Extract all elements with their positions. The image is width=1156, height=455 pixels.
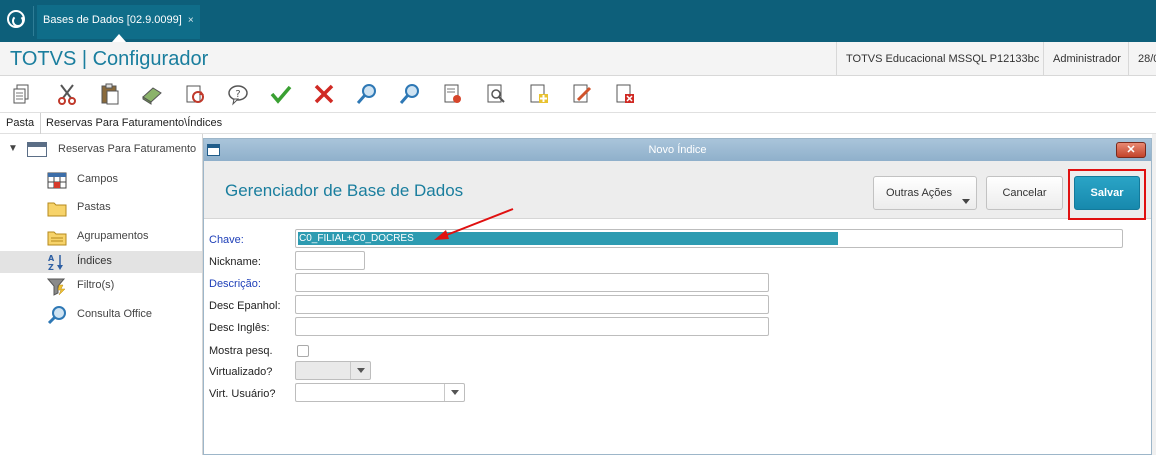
breadcrumb: Pasta Reservas Para Faturamento\Índices [0, 112, 1156, 135]
tree-item-label: Pastas [77, 201, 111, 213]
descricao-field[interactable] [295, 273, 769, 292]
desc-ingles-field[interactable] [295, 317, 769, 336]
folder-icon [46, 198, 68, 218]
scrollbar[interactable] [1152, 134, 1156, 455]
add-icon[interactable] [527, 82, 551, 106]
app-title: TOTVS | Configurador [10, 48, 209, 70]
user-label[interactable]: Administrador [1043, 42, 1130, 76]
toolbar: ? [0, 76, 1156, 112]
chevron-down-icon[interactable]: ▼ [8, 143, 18, 154]
cancel-icon[interactable] [312, 82, 336, 106]
tree-item-indices[interactable]: AZ Índices [0, 251, 203, 273]
desc-ingles-label: Desc Inglês: [209, 322, 270, 334]
divider [40, 113, 41, 135]
desc-espanhol-label: Desc Epanhol: [209, 300, 281, 312]
divider [33, 6, 34, 36]
date-label: 28/0 [1128, 42, 1156, 76]
tree-item-label: Consulta Office [77, 308, 153, 320]
descricao-label: Descrição: [209, 278, 261, 290]
tree-item-label: Campos [77, 173, 118, 185]
mostra-pesq-checkbox[interactable] [297, 345, 309, 357]
refresh-icon[interactable] [183, 82, 207, 106]
tree-root-label: Reservas Para Faturamento [58, 143, 197, 155]
tree-item-consulta-office[interactable]: Consulta Office [0, 304, 203, 326]
tree-item-label: Filtro(s) [77, 279, 115, 291]
search-next-icon[interactable] [398, 82, 422, 106]
desc-espanhol-field[interactable] [295, 295, 769, 314]
tree-panel: ▼ Reservas Para Faturamento Campos Pasta… [0, 134, 203, 455]
novo-indice-dialog: Novo Índice ✕ Gerenciador de Base de Dad… [203, 138, 1152, 455]
copy-icon[interactable] [11, 82, 35, 106]
tree-item-campos[interactable]: Campos [0, 169, 203, 191]
svg-text:?: ? [235, 89, 240, 100]
nickname-label: Nickname: [209, 256, 261, 268]
delete-icon[interactable] [613, 82, 637, 106]
breadcrumb-pasta[interactable]: Pasta [6, 117, 34, 129]
svg-text:A: A [48, 254, 55, 263]
tree-item-agrupamentos[interactable]: Agrupamentos [0, 226, 203, 248]
close-button[interactable]: ✕ [1116, 142, 1146, 158]
eraser-icon[interactable] [140, 82, 164, 106]
filter-icon [46, 276, 68, 296]
svg-text:Z: Z [48, 263, 54, 272]
virt-usuario-select[interactable] [295, 383, 465, 402]
preview-icon[interactable] [484, 82, 508, 106]
dialog-titlebar[interactable]: Novo Índice ✕ [204, 139, 1151, 161]
dialog-header: Gerenciador de Base de Dados Outras Açõe… [204, 161, 1151, 220]
chevron-down-icon [444, 384, 464, 401]
search-icon[interactable] [355, 82, 379, 106]
dialog-title: Novo Índice [648, 144, 707, 156]
sort-az-icon: AZ [46, 252, 68, 272]
virt-usuario-label: Virt. Usuário? [209, 388, 276, 400]
tree-item-label: Índices [77, 255, 112, 267]
top-tab-bar: Bases de Dados [02.9.0099] × [0, 0, 1156, 42]
cut-icon[interactable] [55, 82, 79, 106]
group-folder-icon [46, 227, 68, 247]
tree-item-pastas[interactable]: Pastas [0, 197, 203, 219]
highlight-box [1068, 169, 1146, 220]
breadcrumb-path: Reservas Para Faturamento\Índices [46, 117, 223, 129]
index-form: Chave: C0_FILIAL+C0_DOCRES Nickname: Des… [204, 220, 1151, 454]
chave-label: Chave: [209, 234, 244, 246]
nickname-field[interactable] [295, 251, 365, 270]
virtualizado-select[interactable] [295, 361, 371, 380]
tree-item-filtros[interactable]: Filtro(s) [0, 275, 203, 297]
environment-label[interactable]: TOTVS Educacional MSSQL P12133bc [836, 42, 1048, 76]
outras-acoes-label: Outras Ações [886, 187, 953, 199]
tree-root-reservas[interactable]: ▼ Reservas Para Faturamento [0, 139, 203, 161]
tab-close-icon[interactable]: × [188, 15, 194, 26]
active-tab-indicator [112, 34, 126, 42]
virtualizado-label: Virtualizado? [209, 366, 273, 378]
totvs-logo-icon[interactable] [7, 10, 25, 28]
chevron-down-icon [350, 362, 370, 379]
import-icon[interactable] [441, 82, 465, 106]
help-icon[interactable]: ? [226, 82, 250, 106]
outras-acoes-button[interactable]: Outras Ações [873, 176, 977, 210]
mostra-pesq-row [204, 345, 324, 359]
confirm-icon[interactable] [269, 82, 293, 106]
tree-item-label: Agrupamentos [77, 230, 149, 242]
table-icon [46, 170, 68, 190]
app-header: TOTVS | Configurador TOTVS Educacional M… [0, 42, 1156, 76]
chevron-down-icon [962, 199, 970, 204]
cancel-button[interactable]: Cancelar [986, 176, 1063, 210]
page-title: Gerenciador de Base de Dados [225, 181, 464, 200]
magnifier-icon [46, 305, 68, 325]
edit-icon[interactable] [570, 82, 594, 106]
tab-label: Bases de Dados [02.9.0099] [43, 14, 182, 26]
chave-value: C0_FILIAL+C0_DOCRES [298, 232, 838, 245]
table-icon [27, 142, 47, 157]
paste-icon[interactable] [98, 82, 122, 106]
chave-field[interactable]: C0_FILIAL+C0_DOCRES [295, 229, 1123, 248]
